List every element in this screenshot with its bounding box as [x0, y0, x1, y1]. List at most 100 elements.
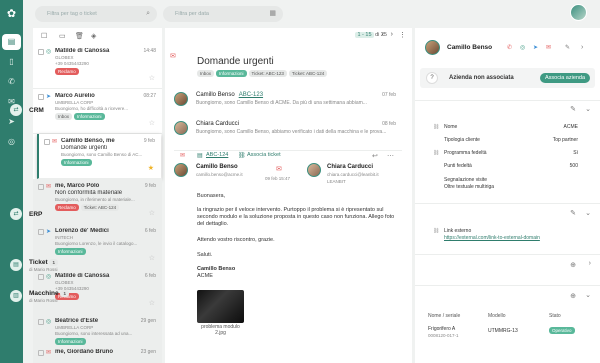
item-checkbox[interactable] [38, 274, 44, 280]
thread-tags: Inbox Informazioni Ticket: ABC-123 Ticket: … [197, 70, 329, 77]
add-icon[interactable]: ⊕ [570, 292, 576, 300]
item-company: GLOBEX [55, 280, 74, 285]
message-date: 09 feb 15:47 [265, 176, 291, 181]
mail-icon[interactable]: ✉ [546, 44, 551, 51]
attachment-name[interactable]: problema modulo 2.jpg [197, 324, 244, 336]
list-item[interactable]: ➤ Marco Aurelio 08:27 UMBRELLA CORP Buon… [33, 89, 162, 134]
sidebar-telegram-icon[interactable]: ➤ [2, 114, 21, 130]
sidebar-inbox-icon[interactable]: ▤ [2, 34, 21, 50]
from-email: camillo.benso@acme.it [196, 172, 243, 177]
sidebar-phone-icon[interactable]: ✆ [2, 74, 21, 90]
star-icon[interactable]: ★ [148, 164, 154, 172]
ticket-title-label: Ticket [29, 259, 48, 266]
item-checkbox[interactable] [38, 319, 44, 325]
machines-count: 1 [60, 290, 69, 297]
top-bar: Filtra per tag o ticket ⌕ Filtra per dat… [23, 0, 600, 28]
list-item[interactable]: ✉ me, Giordano Bruno 23 gen [33, 345, 162, 363]
pager-range: 1 - 15 [355, 32, 374, 38]
prev-page-icon[interactable]: ‹ [382, 31, 384, 38]
item-name: me, Marco Polo [55, 183, 100, 189]
whatsapp-icon: ◎ [46, 49, 52, 55]
item-company: INITECH [55, 235, 73, 240]
link-icon: ⛓ [238, 153, 246, 159]
link-icon: ⛓ [433, 124, 440, 130]
item-preview: Buongiorno, sono Camillo Benso di AC... [61, 152, 143, 157]
edit-icon[interactable]: ✎ [570, 105, 576, 113]
chevron-down-icon[interactable]: ⌄ [585, 209, 591, 217]
item-subject: Domande urgenti [61, 145, 108, 151]
archive-icon[interactable]: ▭ [59, 32, 66, 40]
item-name: Lorenzo de' Medici [55, 228, 109, 234]
item-date: 29 gen [140, 318, 156, 324]
star-icon[interactable]: ☆ [149, 299, 155, 307]
ticket-link[interactable]: ABC-123 [239, 92, 263, 98]
collapsed-message[interactable]: Camillo Benso ABC-123 07 feb Buongiorno, … [174, 92, 402, 117]
item-checkbox[interactable] [44, 139, 50, 145]
tag-ticket-search-input[interactable]: Filtra per tag o ticket ⌕ [35, 6, 157, 22]
contact-name: Camillo Benso [447, 44, 493, 51]
trash-icon[interactable]: 🗑 [75, 32, 84, 40]
link-icon: ⛓ [433, 228, 440, 234]
chevron-right-icon[interactable]: › [589, 260, 591, 267]
field-label: Tipologia cliente [444, 137, 480, 143]
item-name: Matilde di Canossa [55, 48, 110, 54]
item-name: Camillo Benso, me [61, 138, 115, 144]
edit-icon[interactable]: ✎ [570, 209, 576, 217]
avatar [174, 163, 188, 177]
list-item[interactable]: ✉ me, Marco Polo 9 feb Non conformità ma… [33, 179, 162, 224]
message-date: 07 feb [382, 92, 396, 98]
machines-title-label: Macchine [29, 290, 59, 297]
sidebar-whatsapp-icon[interactable]: ◎ [2, 134, 21, 150]
associate-company-button[interactable]: Associa azienda [540, 73, 591, 83]
attachment-thumbnail[interactable] [197, 290, 244, 323]
whatsapp-icon: ◎ [46, 319, 52, 325]
to-email: chiara.carducci@leanbit.it [327, 172, 379, 177]
star-icon[interactable]: ☆ [149, 254, 155, 262]
list-item[interactable]: ◎ Matilde di Canossa 14:48 GLOBEX +39 04… [33, 44, 162, 89]
erp-link-value[interactable]: https://external.com/link-to-external-do… [444, 235, 594, 241]
item-name: Matilde di Canossa [55, 273, 110, 279]
item-checkbox[interactable] [38, 49, 44, 55]
machine-serial: 0008120-017-1 [428, 333, 459, 338]
more-icon[interactable]: ⋮ [399, 31, 406, 39]
list-toolbar: ☐ ▭ 🗑 ◈ [33, 28, 162, 44]
signature-name: Camillo Benso [197, 266, 236, 272]
reply-icon[interactable]: ↩ [372, 152, 378, 160]
item-checkbox[interactable] [38, 94, 44, 100]
more-icon[interactable]: ⋯ [387, 152, 394, 160]
whatsapp-icon[interactable]: ◎ [520, 44, 525, 51]
to-name: Chiara Carducci [327, 164, 374, 170]
item-checkbox[interactable] [38, 184, 44, 190]
user-avatar[interactable] [570, 4, 587, 21]
tag-badge: Ticket: ABC-124 [288, 70, 328, 77]
star-icon[interactable]: ☆ [149, 119, 155, 127]
list-item-selected[interactable]: ✉ Camillo Benso, me 9 feb Domande urgent… [37, 134, 161, 179]
machines-sub: di Mario Rossi [29, 298, 58, 303]
message-closing: Saluti. [197, 252, 213, 258]
sidebar-contacts-icon[interactable]: ▯ [2, 54, 21, 70]
edit-icon[interactable]: ✎ [565, 44, 570, 51]
calendar-icon: ▦ [269, 10, 276, 17]
message-body: la ringrazio per il veloce intervento. P… [197, 207, 395, 227]
thread-toolbar: 1 - 15 di 25 ‹ › ⋮ [165, 28, 412, 44]
item-checkbox[interactable] [38, 229, 44, 235]
ticket-link[interactable]: ABC-124 [206, 152, 228, 158]
chevron-down-icon[interactable]: ⌄ [585, 105, 591, 113]
collapsed-message[interactable]: Chiara Carducci 08 feb Buongiorno, sono … [174, 121, 402, 146]
item-checkbox[interactable] [38, 350, 44, 356]
add-icon[interactable]: ⊕ [570, 261, 576, 269]
company-status: Azienda non associata [449, 75, 514, 81]
date-filter-input[interactable]: Filtra per data ▦ [163, 6, 283, 22]
associate-ticket-button[interactable]: Associa ticket [247, 152, 281, 158]
message-preview: Buongiorno, sono Camillo Benso, abbiamo … [196, 129, 387, 135]
phone-icon[interactable]: ✆ [507, 44, 512, 51]
chevron-down-icon[interactable]: ⌄ [585, 291, 591, 299]
star-icon[interactable]: ☆ [149, 209, 155, 217]
star-icon[interactable]: ☆ [149, 74, 155, 82]
next-page-icon[interactable]: › [391, 31, 393, 38]
tag-icon[interactable]: ◈ [91, 32, 96, 40]
crm-icon: ⇄ [10, 104, 22, 116]
chevron-right-icon[interactable]: › [581, 44, 583, 51]
telegram-icon[interactable]: ➤ [533, 44, 538, 51]
select-all-checkbox-icon[interactable]: ☐ [41, 32, 47, 40]
